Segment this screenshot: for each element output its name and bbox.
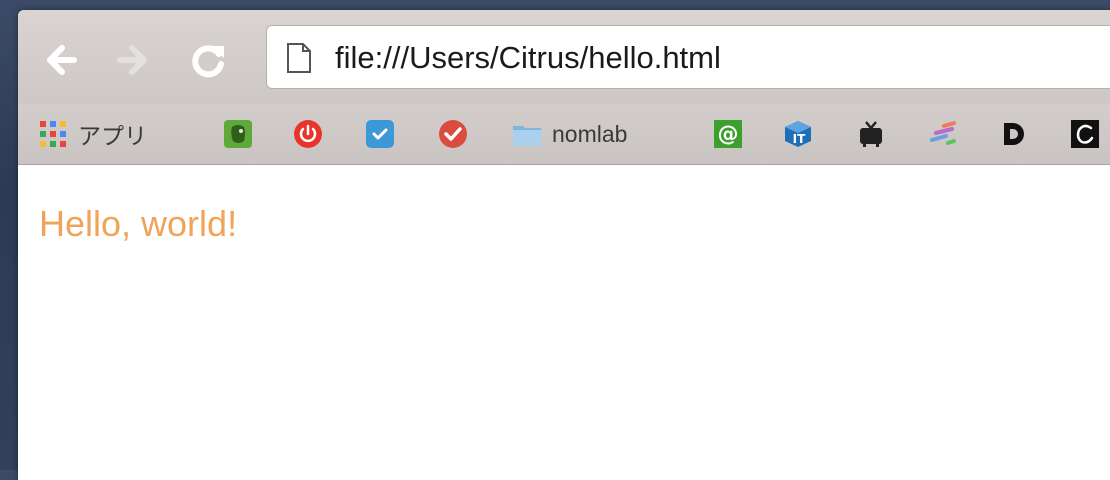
it-cube-icon: IT [785, 121, 811, 147]
bookmark-tv[interactable] [856, 114, 886, 154]
bookmark-power[interactable] [293, 114, 323, 154]
checkbox-icon [366, 120, 394, 148]
svg-text:@: @ [718, 122, 739, 146]
folder-icon [513, 126, 541, 146]
script-c-icon [1071, 120, 1099, 148]
power-icon [294, 120, 322, 148]
bookmark-it[interactable]: IT [783, 114, 813, 154]
bookmark-stripes[interactable] [928, 114, 958, 154]
bookmark-label: nomlab [552, 120, 628, 147]
address-bar[interactable]: file:///Users/Citrus/hello.html [266, 25, 1110, 89]
bookmark-label: アプリ [78, 123, 147, 149]
bookmark-folder-nomlab[interactable]: nomlab [512, 114, 627, 154]
browser-toolbar: file:///Users/Citrus/hello.html [18, 10, 1110, 104]
forward-arrow-icon[interactable] [114, 40, 154, 80]
tv-icon [860, 121, 882, 147]
svg-text:IT: IT [793, 132, 806, 146]
bookmark-todoist[interactable] [438, 114, 468, 154]
url-text[interactable]: file:///Users/Citrus/hello.html [335, 40, 721, 76]
evernote-icon [224, 120, 252, 148]
todoist-check-icon [439, 120, 467, 148]
browser-window: file:///Users/Citrus/hello.html アプリ noml… [18, 10, 1110, 480]
bookmark-script-c[interactable] [1070, 114, 1100, 154]
page-content: Hello, world! [18, 165, 1110, 480]
d-logo-icon [1004, 123, 1024, 145]
reload-icon[interactable] [188, 40, 228, 80]
bookmark-d[interactable] [998, 114, 1028, 154]
bookmark-at[interactable]: @ [713, 114, 743, 154]
hello-text: Hello, world! [39, 203, 238, 244]
at-sign-icon: @ [714, 120, 742, 148]
page-icon [287, 43, 311, 73]
bookmark-checkbox[interactable] [365, 114, 395, 154]
bookmark-evernote[interactable] [223, 114, 253, 154]
apps-grid-icon [40, 121, 66, 147]
bookmark-apps[interactable]: アプリ [38, 114, 147, 154]
back-arrow-icon[interactable] [40, 40, 80, 80]
bookmarks-bar: アプリ nomlab @ IT [18, 104, 1110, 165]
colorful-stripes-icon [930, 121, 956, 145]
